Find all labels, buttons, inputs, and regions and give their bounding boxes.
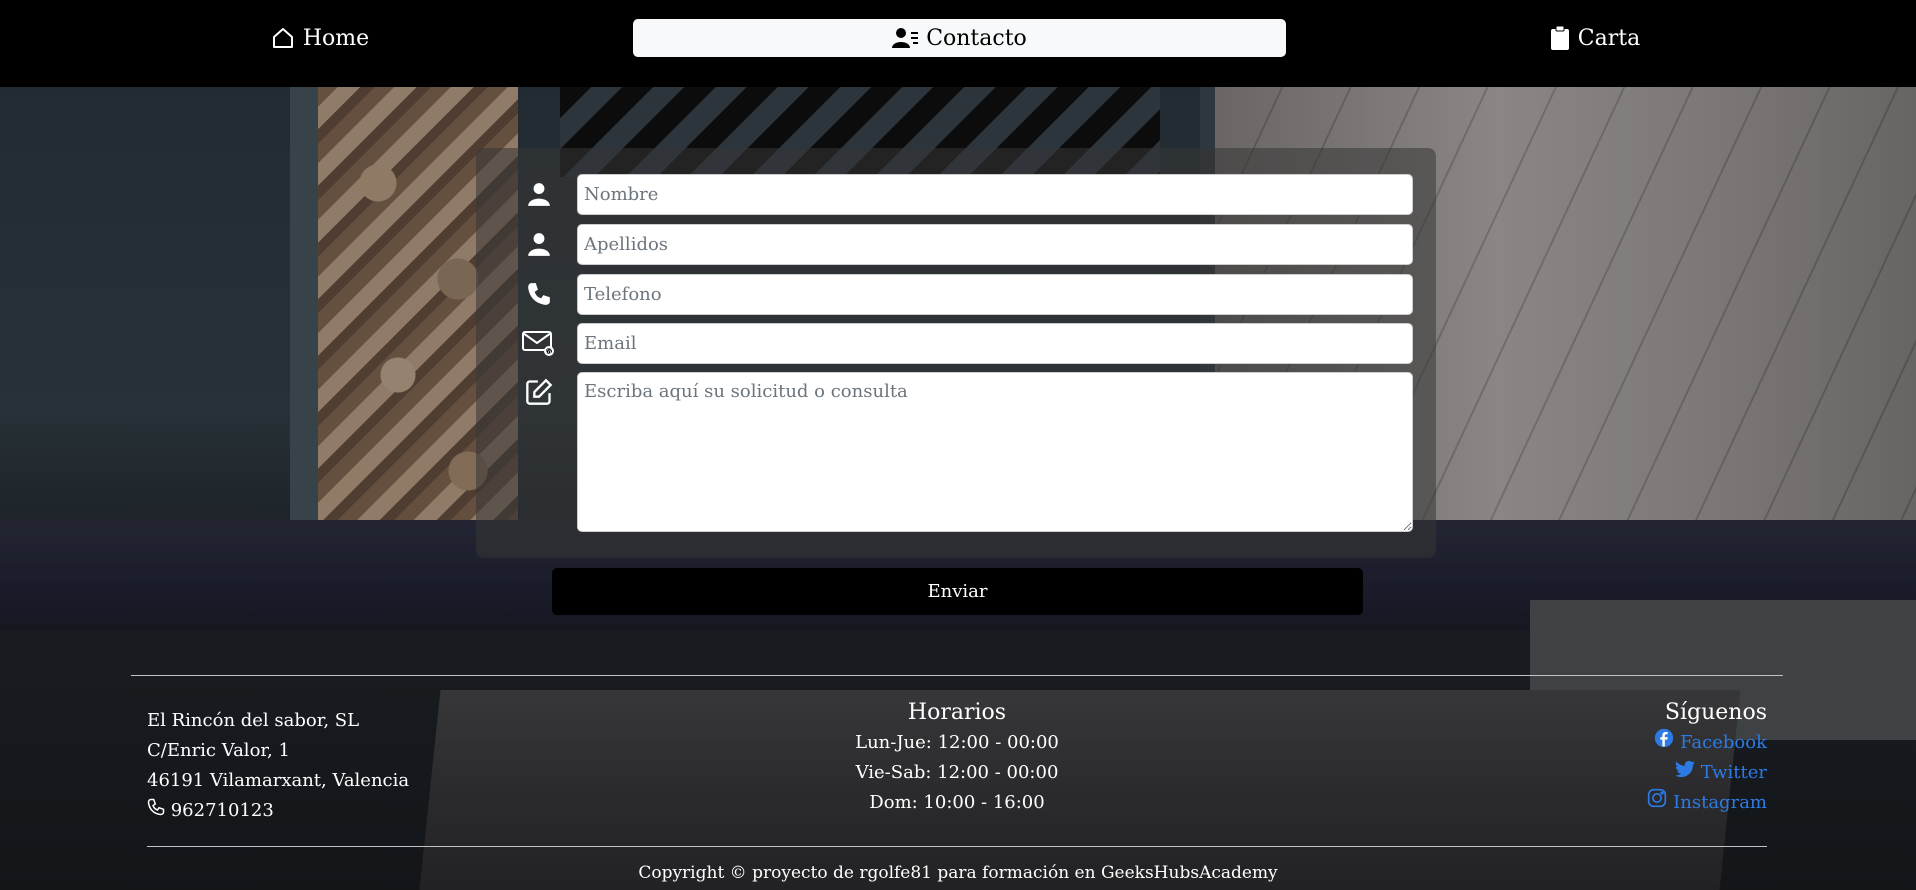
pencil-square-icon — [519, 372, 559, 412]
submit-button[interactable]: Enviar — [552, 568, 1363, 615]
twitter-label: Twitter — [1700, 762, 1767, 783]
name-field[interactable] — [577, 174, 1413, 215]
footer-divider-bottom — [147, 846, 1767, 847]
person-lines-icon — [892, 26, 919, 50]
hours-weekend: Vie-Sab: 12:00 - 00:00 — [855, 762, 1059, 783]
copyright-text: Copyright © proyecto de rgolfe81 para fo… — [638, 863, 1278, 883]
nav-menu[interactable]: Carta — [1530, 19, 1660, 57]
nav-contact[interactable]: Contacto — [633, 19, 1286, 57]
svg-text:@: @ — [546, 348, 553, 356]
hours-weekdays: Lun-Jue: 12:00 - 00:00 — [855, 732, 1059, 753]
message-textarea[interactable] — [577, 372, 1413, 532]
person-icon — [519, 224, 559, 264]
phone-field[interactable] — [577, 274, 1413, 315]
surname-row — [519, 224, 559, 264]
surname-field[interactable] — [577, 224, 1413, 265]
footer-address: El Rincón del sabor, SL C/Enric Valor, 1… — [147, 706, 467, 826]
nav-contact-label: Contacto — [926, 25, 1027, 51]
house-icon — [271, 26, 295, 50]
facebook-link[interactable]: Facebook — [1480, 728, 1767, 758]
clipboard-icon — [1550, 26, 1570, 50]
company-name: El Rincón del sabor, SL — [147, 710, 360, 731]
footer-social: Síguenos Facebook Twitter Instagram — [1480, 698, 1767, 818]
facebook-icon — [1654, 728, 1674, 758]
phone-number: 962710123 — [170, 800, 274, 821]
nav-home-label: Home — [302, 25, 370, 51]
envelope-at-icon: @ — [519, 323, 559, 363]
instagram-link[interactable]: Instagram — [1480, 788, 1767, 818]
footer-hours: Horarios Lun-Jue: 12:00 - 00:00 Vie-Sab:… — [757, 698, 1157, 818]
instagram-icon — [1647, 788, 1667, 818]
hours-title: Horarios — [907, 700, 1007, 725]
nav-menu-label: Carta — [1577, 25, 1641, 51]
hours-sunday: Dom: 10:00 - 16:00 — [869, 792, 1045, 813]
top-navbar: Home Contacto Carta — [0, 0, 1916, 87]
phone-line: 962710123 — [147, 796, 467, 826]
message-row — [519, 372, 559, 412]
phone-row — [519, 274, 559, 314]
twitter-icon — [1674, 758, 1695, 788]
phone-outline-icon — [147, 796, 165, 826]
nav-home[interactable]: Home — [250, 19, 390, 57]
facebook-label: Facebook — [1680, 732, 1767, 753]
email-row: @ — [519, 323, 559, 363]
city-address: 46191 Vilamarxant, Valencia — [147, 770, 410, 791]
footer-divider-top — [131, 675, 1783, 676]
phone-icon — [519, 274, 559, 314]
street-address: C/Enric Valor, 1 — [147, 740, 290, 761]
instagram-label: Instagram — [1673, 792, 1767, 813]
name-row — [519, 174, 559, 214]
twitter-link[interactable]: Twitter — [1480, 758, 1767, 788]
email-field[interactable] — [577, 323, 1413, 364]
person-icon — [519, 174, 559, 214]
social-title: Síguenos — [1664, 700, 1767, 725]
